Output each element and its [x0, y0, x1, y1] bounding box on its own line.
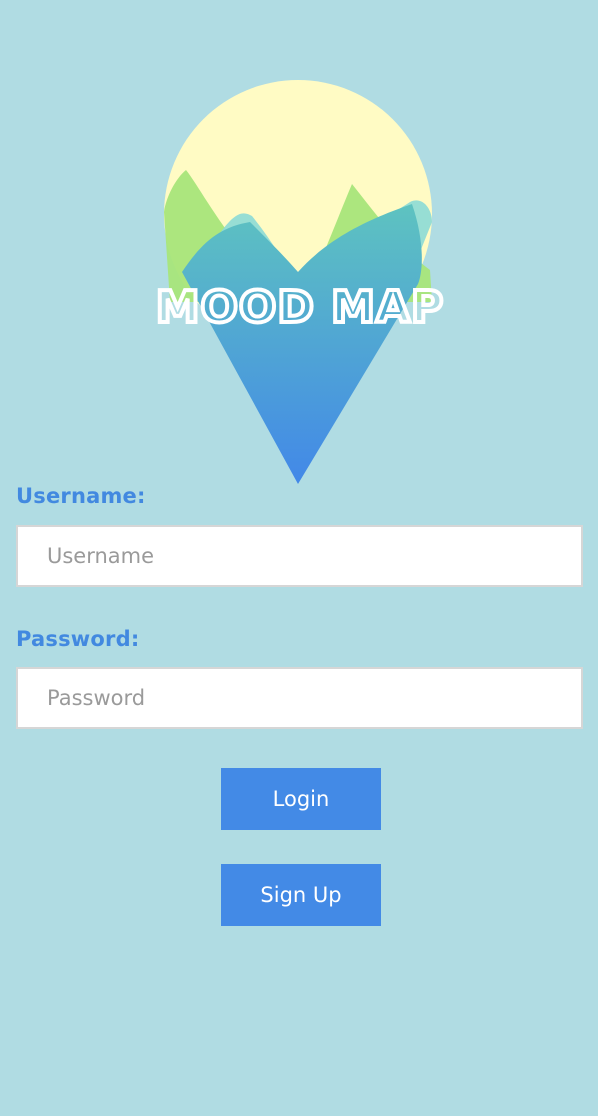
- login-button[interactable]: Login: [221, 768, 381, 830]
- username-label: Username:: [16, 484, 146, 508]
- signup-button[interactable]: Sign Up: [221, 864, 381, 926]
- password-input[interactable]: [16, 667, 583, 729]
- username-input[interactable]: [16, 525, 583, 587]
- mood-map-logo: MOOD MAP: [140, 72, 460, 492]
- logo-text: MOOD MAP: [156, 282, 445, 333]
- password-label: Password:: [16, 627, 140, 651]
- map-pin-icon: MOOD MAP: [154, 80, 445, 484]
